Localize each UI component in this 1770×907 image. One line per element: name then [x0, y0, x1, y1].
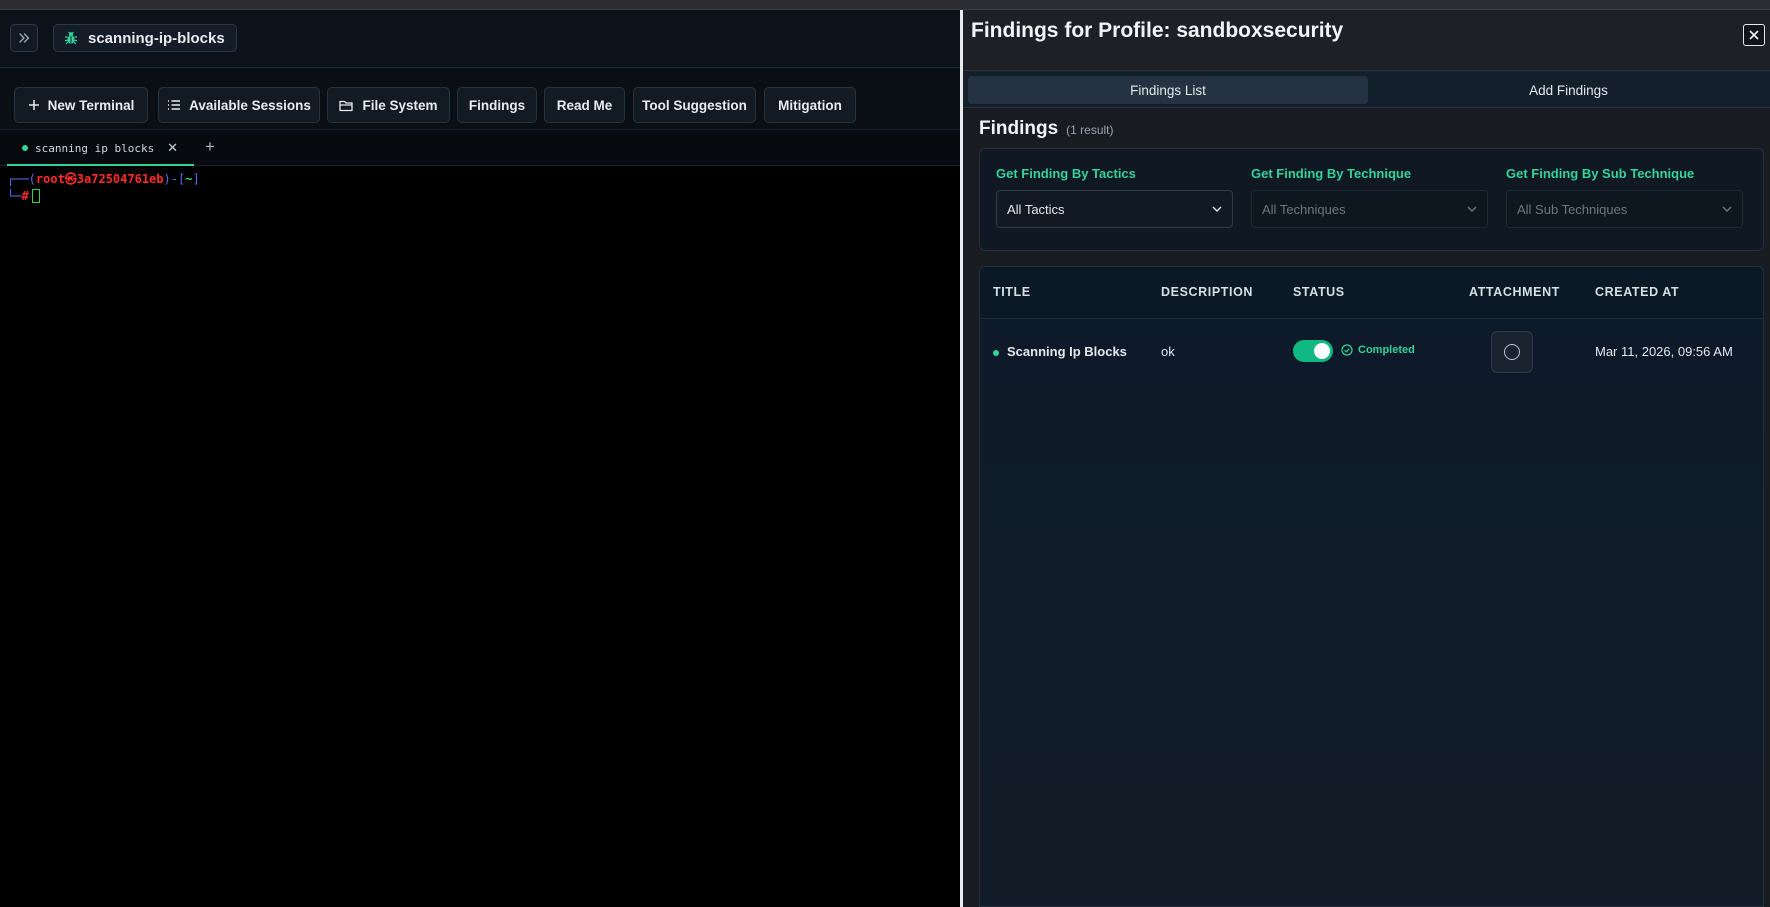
findings-content: Findings (1 result) Get Finding By Tacti…: [963, 108, 1770, 907]
terminal-output[interactable]: ┌──(root㉿3a72504761eb)-[~] └─#: [7, 171, 200, 205]
new-terminal-button[interactable]: New Terminal: [14, 87, 148, 123]
findings-heading: Findings (1 result): [979, 118, 1114, 140]
plus-icon: [28, 100, 39, 110]
terminal-toolbar: New Terminal Available Sessions File Sys…: [0, 68, 960, 130]
mitigation-button[interactable]: Mitigation: [764, 87, 856, 123]
file-system-button[interactable]: File System: [327, 87, 450, 123]
active-dot: [22, 145, 28, 151]
tab-add-findings[interactable]: Add Findings: [1371, 76, 1766, 104]
chevron-down-icon: [1212, 206, 1222, 212]
tactics-select-value: All Tactics: [1007, 201, 1065, 217]
read-me-button[interactable]: Read Me: [544, 87, 625, 123]
finding-created-at: Mar 11, 2026, 09:56 AM: [1595, 344, 1733, 359]
filter-sub-technique: Get Finding By Sub Technique All Sub Tec…: [1506, 166, 1743, 228]
terminal-cursor: [31, 189, 40, 203]
double-chevron-right-icon: [19, 33, 30, 43]
new-terminal-label: New Terminal: [47, 97, 135, 113]
terminal-tab[interactable]: scanning ip blocks ✕: [7, 132, 194, 166]
tab-findings-list[interactable]: Findings List: [968, 76, 1368, 104]
row-indicator-dot: [993, 350, 999, 356]
findings-table: TITLE DESCRIPTION STATUS ATTACHMENT CREA…: [979, 266, 1764, 907]
tool-suggestion-label: Tool Suggestion: [642, 97, 747, 113]
chevron-down-icon: [1467, 206, 1477, 212]
terminal-pane: scanning-ip-blocks New Terminal Availabl…: [0, 10, 960, 907]
findings-button[interactable]: Findings: [457, 87, 537, 123]
close-tab-icon[interactable]: ✕: [167, 141, 178, 154]
prompt-user-host: root㉿3a72504761eb: [35, 172, 164, 186]
bug-icon: [65, 31, 77, 45]
column-title: TITLE: [993, 285, 1031, 299]
technique-select[interactable]: All Techniques: [1251, 190, 1488, 228]
check-circle-icon: [1341, 344, 1353, 356]
prompt-frame-mid: )-[: [163, 172, 186, 186]
panel-title: Findings for Profile: sandboxsecurity: [971, 19, 1344, 42]
filter-tactics: Get Finding By Tactics All Tactics: [996, 166, 1233, 228]
prompt-frame-end: ]: [192, 172, 200, 186]
attachment-button[interactable]: [1491, 331, 1533, 373]
expand-sidebar-button[interactable]: [10, 24, 38, 52]
result-count: (1 result): [1066, 123, 1114, 137]
list-icon: [168, 100, 181, 110]
column-created-at: CREATED AT: [1595, 285, 1680, 299]
filter-tactics-label: Get Finding By Tactics: [996, 166, 1136, 181]
tactics-select[interactable]: All Tactics: [996, 190, 1233, 228]
tool-suggestion-button[interactable]: Tool Suggestion: [633, 87, 756, 123]
status-toggle[interactable]: [1293, 340, 1333, 362]
folder-icon: [339, 100, 354, 111]
available-sessions-label: Available Sessions: [189, 97, 311, 113]
findings-panel: Findings for Profile: sandboxsecurity Fi…: [963, 10, 1770, 907]
close-icon: [1749, 30, 1759, 40]
filter-technique: Get Finding By Technique All Techniques: [1251, 166, 1488, 228]
prompt-symbol: #: [21, 189, 29, 203]
filter-sub-technique-label: Get Finding By Sub Technique: [1506, 166, 1695, 181]
prompt-frame-top: ┌──(: [7, 172, 36, 186]
toggle-knob: [1314, 343, 1330, 359]
mitigation-label: Mitigation: [778, 97, 842, 113]
technique-select-value: All Techniques: [1262, 201, 1346, 217]
table-row[interactable]: Scanning Ip Blocks ok Completed Mar 11, …: [980, 319, 1763, 385]
prompt-frame-bottom: └─: [7, 189, 22, 203]
status-text: Completed: [1358, 344, 1415, 356]
session-chip[interactable]: scanning-ip-blocks: [53, 24, 237, 52]
filter-card: Get Finding By Tactics All Tactics Get F…: [979, 148, 1764, 251]
chevron-down-icon: [1722, 206, 1732, 212]
findings-heading-text: Findings: [979, 118, 1059, 139]
terminal-tab-bar: scanning ip blocks ✕ +: [0, 130, 960, 166]
session-name: scanning-ip-blocks: [88, 29, 225, 47]
findings-label: Findings: [468, 97, 526, 113]
session-header: scanning-ip-blocks: [0, 10, 960, 68]
finding-title: Scanning Ip Blocks: [1007, 344, 1127, 359]
browser-top-strip: [0, 0, 1770, 10]
terminal-tab-label: scanning ip blocks: [35, 141, 155, 155]
close-panel-button[interactable]: [1743, 24, 1765, 46]
filter-technique-label: Get Finding By Technique: [1251, 166, 1412, 181]
sub-technique-select-value: All Sub Techniques: [1517, 201, 1628, 217]
read-me-label: Read Me: [556, 97, 613, 113]
sub-technique-select[interactable]: All Sub Techniques: [1506, 190, 1743, 228]
table-header: TITLE DESCRIPTION STATUS ATTACHMENT CREA…: [980, 267, 1763, 319]
file-system-label: File System: [362, 97, 438, 113]
column-attachment: ATTACHMENT: [1469, 285, 1560, 299]
status-badge: Completed: [1341, 344, 1415, 356]
column-status: STATUS: [1293, 285, 1345, 299]
findings-tabs: Findings List Add Findings: [963, 70, 1770, 108]
add-tab-button[interactable]: +: [205, 138, 215, 155]
attachment-icon: [1504, 344, 1520, 360]
column-description: DESCRIPTION: [1161, 285, 1254, 299]
available-sessions-button[interactable]: Available Sessions: [158, 87, 320, 123]
finding-description: ok: [1161, 344, 1175, 359]
